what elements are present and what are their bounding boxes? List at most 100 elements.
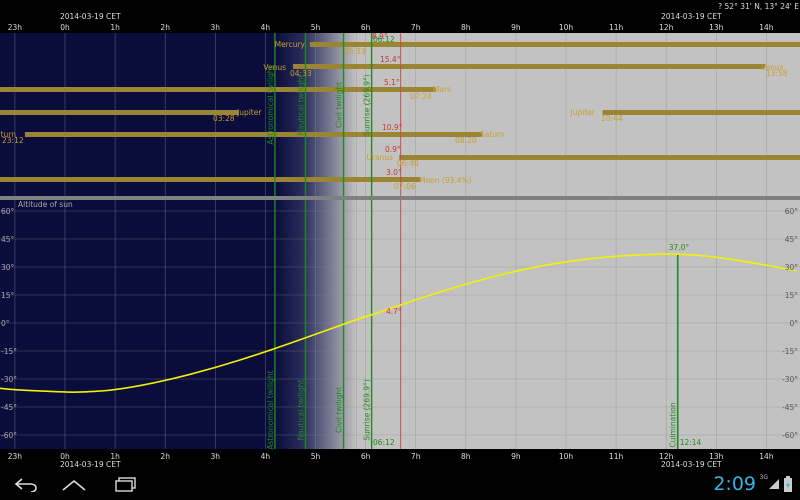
planet-altitude-uranus: 0.9°	[385, 145, 401, 154]
current-altitude: 4.7°	[386, 307, 402, 316]
planet-bar-moon[interactable]	[0, 177, 421, 182]
planet-time-jupiter: 03:28	[213, 114, 235, 123]
hour-label-bottom: 9h	[511, 452, 521, 461]
location-label: ? 52° 31' N, 13° 24' E	[718, 2, 799, 11]
hour-label-top: 10h	[559, 23, 574, 32]
header-date-right: 2014-03-19 CET	[661, 12, 722, 21]
twilight-label-bottom-astronomical: Astronomical twilight	[266, 370, 275, 449]
hour-label-bottom: 7h	[411, 452, 421, 461]
planet-set-time-venus: 13:58	[766, 69, 788, 78]
sunrise-time-top: 06:12	[373, 35, 395, 44]
altitude-day-region	[356, 200, 800, 449]
hour-label-top: 13h	[709, 23, 724, 32]
altitude-night-region	[0, 200, 275, 449]
y-tick-right: 60°	[785, 207, 799, 216]
hour-label-top: 2h	[160, 23, 170, 32]
y-tick-left: -45°	[1, 403, 17, 412]
y-tick-right: 15°	[785, 291, 799, 300]
hour-label-bottom: 8h	[461, 452, 471, 461]
planet-time-saturn: 23:12	[2, 136, 24, 145]
hour-label-top: 14h	[759, 23, 774, 32]
planet-time-uranus: 06:40	[397, 159, 419, 168]
hour-label-bottom: 23h	[8, 452, 23, 461]
planet-name-uranus: Uranus	[366, 153, 393, 162]
home-button[interactable]	[54, 474, 94, 496]
back-button[interactable]	[6, 474, 46, 496]
twilight-label-top-civil: Civil twilight	[335, 82, 344, 128]
chart-canvas[interactable]: 60° 60° 45° 45° 30° 30° 15° 15° 0° 0° -15° -15° -30°…	[0, 0, 800, 470]
navigation-bar: 2:09 3G	[0, 470, 800, 500]
y-tick-right: -60°	[782, 431, 798, 440]
planet-altitude-saturn: 10.9°	[382, 123, 403, 132]
hour-label-top: 4h	[261, 23, 271, 32]
planet-name-jupiter: Jupiter	[570, 108, 596, 117]
planet-name-saturn: Saturn	[480, 130, 505, 139]
hour-label-top: 3h	[211, 23, 221, 32]
hour-label-top: 5h	[311, 23, 321, 32]
hour-label-bottom: 5h	[311, 452, 321, 461]
back-icon	[14, 478, 37, 492]
y-tick-left: -60°	[1, 431, 17, 440]
planet-name-mercury: Mercury	[275, 40, 306, 49]
y-tick-left: 15°	[1, 291, 15, 300]
planet-altitude-venus: 15.4°	[380, 55, 401, 64]
hour-label-top: 1h	[110, 23, 120, 32]
y-tick-right: 0°	[789, 319, 798, 328]
twilight-label-bottom-nautical: Nautical twilight	[296, 379, 305, 440]
planet-bar-jupiter[interactable]	[0, 110, 239, 115]
planet-name-jupiter: Jupiter	[236, 108, 262, 117]
hour-label-bottom: 4h	[261, 452, 271, 461]
y-tick-left: 0°	[1, 319, 10, 328]
app-root: 60° 60° 45° 45° 30° 30° 15° 15° 0° 0° -15° -15° -30°…	[0, 0, 800, 500]
twilight-label-top-astronomical: Astronomical twilight	[266, 65, 275, 144]
y-tick-right: -30°	[782, 375, 798, 384]
hour-label-bottom: 2h	[160, 452, 170, 461]
twilight-label-bottom-civil: Civil twilight	[335, 387, 344, 433]
y-tick-left: 30°	[1, 263, 15, 272]
planet-bar-saturn[interactable]	[24, 132, 483, 137]
sunrise-time: 06:12	[373, 438, 395, 447]
twilight-label-bottom-sunrise: Sunrise (269.9°)	[363, 379, 372, 440]
planet-time-mars: 07:24	[410, 92, 432, 101]
planet-bar-venus[interactable]	[292, 64, 765, 69]
recent-apps-icon	[115, 477, 136, 492]
battery-icon	[784, 476, 792, 492]
culmination-time: 12:14	[680, 438, 702, 447]
planet-altitude-mars: 5.1°	[384, 78, 400, 87]
twilight-label-top-nautical: Nautical twilight	[296, 74, 305, 135]
hour-label-top: 7h	[411, 23, 421, 32]
culmination-label: Culmination	[669, 402, 678, 447]
planet-bar-uranus[interactable]	[399, 155, 800, 160]
network-type: 3G	[759, 474, 768, 481]
y-tick-right: 45°	[785, 235, 799, 244]
header-date-left: 2014-03-19 CET	[60, 12, 121, 21]
planet-altitude-moon: 3.0°	[386, 168, 402, 177]
twilight-label-top-sunrise: Sunrise (269.9°)	[363, 74, 372, 135]
planet-bar-jupiter[interactable]	[602, 110, 800, 115]
panel-divider	[0, 196, 800, 200]
clock: 2:09	[713, 473, 756, 495]
hour-label-top: 9h	[511, 23, 521, 32]
hour-label-top: 23h	[8, 23, 23, 32]
hour-label-top: 11h	[609, 23, 624, 32]
recent-apps-button[interactable]	[106, 474, 146, 496]
planet-name-mars: Mars	[433, 85, 451, 94]
y-tick-left: -30°	[1, 375, 17, 384]
planet-time-mercury: 05:33	[344, 47, 366, 56]
hour-label-bottom: 3h	[211, 452, 221, 461]
y-tick-left: 45°	[1, 235, 15, 244]
hour-label-bottom: 14h	[759, 452, 774, 461]
hour-label-bottom: 10h	[559, 452, 574, 461]
hour-label-bottom: 11h	[609, 452, 624, 461]
hour-label-top: 12h	[659, 23, 674, 32]
y-tick-right: -45°	[782, 403, 798, 412]
hour-label-top: 0h	[60, 23, 70, 32]
planet-time-moon: 07:06	[394, 182, 416, 191]
footer-date-right: 2014-03-19 CET	[661, 460, 722, 469]
signal-icon	[769, 479, 779, 489]
y-tick-left: 60°	[1, 207, 15, 216]
planet-set-time-saturn: 08:20	[455, 136, 477, 145]
y-tick-right: -15°	[782, 347, 798, 356]
hour-label-top: 6h	[361, 23, 371, 32]
y-tick-left: -15°	[1, 347, 17, 356]
